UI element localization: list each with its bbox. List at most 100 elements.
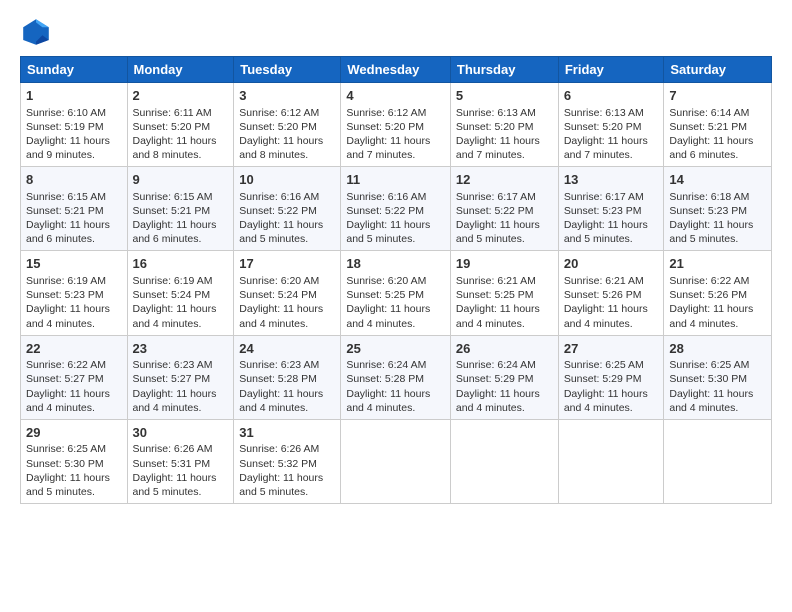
day-number: 27 (564, 340, 659, 358)
sunset-text: Sunset: 5:23 PM (564, 205, 642, 217)
col-header-wednesday: Wednesday (341, 57, 451, 83)
sunrise-text: Sunrise: 6:15 AM (26, 191, 106, 203)
day-cell: 29Sunrise: 6:25 AMSunset: 5:30 PMDayligh… (21, 419, 128, 503)
header (20, 16, 772, 48)
daylight-text: Daylight: 11 hours (26, 135, 110, 147)
sunrise-text: Sunrise: 6:14 AM (669, 107, 749, 119)
daylight-minutes: and 6 minutes. (669, 149, 738, 161)
day-cell: 30Sunrise: 6:26 AMSunset: 5:31 PMDayligh… (127, 419, 234, 503)
sunset-text: Sunset: 5:25 PM (346, 289, 424, 301)
daylight-text: Daylight: 11 hours (456, 219, 540, 231)
day-cell: 1Sunrise: 6:10 AMSunset: 5:19 PMDaylight… (21, 83, 128, 167)
day-cell: 8Sunrise: 6:15 AMSunset: 5:21 PMDaylight… (21, 167, 128, 251)
sunset-text: Sunset: 5:21 PM (26, 205, 104, 217)
col-header-friday: Friday (558, 57, 664, 83)
col-header-saturday: Saturday (664, 57, 772, 83)
header-row: SundayMondayTuesdayWednesdayThursdayFrid… (21, 57, 772, 83)
sunrise-text: Sunrise: 6:23 AM (239, 359, 319, 371)
daylight-text: Daylight: 11 hours (564, 388, 648, 400)
daylight-minutes: and 5 minutes. (456, 233, 525, 245)
daylight-text: Daylight: 11 hours (133, 472, 217, 484)
daylight-text: Daylight: 11 hours (564, 135, 648, 147)
day-cell (450, 419, 558, 503)
sunset-text: Sunset: 5:25 PM (456, 289, 534, 301)
day-cell: 20Sunrise: 6:21 AMSunset: 5:26 PMDayligh… (558, 251, 664, 335)
daylight-minutes: and 6 minutes. (133, 233, 202, 245)
logo (20, 16, 56, 48)
calendar-table: SundayMondayTuesdayWednesdayThursdayFrid… (20, 56, 772, 504)
sunset-text: Sunset: 5:28 PM (346, 373, 424, 385)
day-number: 8 (26, 171, 122, 189)
sunset-text: Sunset: 5:27 PM (26, 373, 104, 385)
sunset-text: Sunset: 5:20 PM (133, 121, 211, 133)
sunset-text: Sunset: 5:28 PM (239, 373, 317, 385)
daylight-minutes: and 5 minutes. (133, 486, 202, 498)
daylight-text: Daylight: 11 hours (239, 303, 323, 315)
col-header-monday: Monday (127, 57, 234, 83)
daylight-text: Daylight: 11 hours (564, 219, 648, 231)
sunrise-text: Sunrise: 6:16 AM (346, 191, 426, 203)
sunset-text: Sunset: 5:19 PM (26, 121, 104, 133)
sunrise-text: Sunrise: 6:26 AM (239, 443, 319, 455)
day-cell: 27Sunrise: 6:25 AMSunset: 5:29 PMDayligh… (558, 335, 664, 419)
day-number: 14 (669, 171, 766, 189)
sunrise-text: Sunrise: 6:17 AM (564, 191, 644, 203)
day-cell: 18Sunrise: 6:20 AMSunset: 5:25 PMDayligh… (341, 251, 451, 335)
daylight-minutes: and 5 minutes. (239, 486, 308, 498)
day-cell (558, 419, 664, 503)
col-header-thursday: Thursday (450, 57, 558, 83)
logo-icon (20, 16, 52, 48)
day-number: 26 (456, 340, 553, 358)
day-cell: 22Sunrise: 6:22 AMSunset: 5:27 PMDayligh… (21, 335, 128, 419)
day-cell: 6Sunrise: 6:13 AMSunset: 5:20 PMDaylight… (558, 83, 664, 167)
daylight-minutes: and 7 minutes. (564, 149, 633, 161)
day-cell (341, 419, 451, 503)
sunrise-text: Sunrise: 6:21 AM (456, 275, 536, 287)
daylight-minutes: and 4 minutes. (26, 318, 95, 330)
daylight-minutes: and 5 minutes. (346, 233, 415, 245)
day-cell: 2Sunrise: 6:11 AMSunset: 5:20 PMDaylight… (127, 83, 234, 167)
daylight-text: Daylight: 11 hours (346, 219, 430, 231)
day-cell: 21Sunrise: 6:22 AMSunset: 5:26 PMDayligh… (664, 251, 772, 335)
sunrise-text: Sunrise: 6:18 AM (669, 191, 749, 203)
day-number: 24 (239, 340, 335, 358)
daylight-text: Daylight: 11 hours (346, 303, 430, 315)
daylight-minutes: and 4 minutes. (564, 402, 633, 414)
day-number: 30 (133, 424, 229, 442)
daylight-text: Daylight: 11 hours (346, 388, 430, 400)
day-number: 25 (346, 340, 445, 358)
day-cell: 24Sunrise: 6:23 AMSunset: 5:28 PMDayligh… (234, 335, 341, 419)
day-number: 9 (133, 171, 229, 189)
daylight-text: Daylight: 11 hours (133, 303, 217, 315)
sunrise-text: Sunrise: 6:25 AM (564, 359, 644, 371)
day-cell: 7Sunrise: 6:14 AMSunset: 5:21 PMDaylight… (664, 83, 772, 167)
day-number: 12 (456, 171, 553, 189)
week-row-4: 22Sunrise: 6:22 AMSunset: 5:27 PMDayligh… (21, 335, 772, 419)
sunset-text: Sunset: 5:27 PM (133, 373, 211, 385)
sunrise-text: Sunrise: 6:24 AM (346, 359, 426, 371)
sunrise-text: Sunrise: 6:19 AM (133, 275, 213, 287)
daylight-minutes: and 7 minutes. (456, 149, 525, 161)
daylight-minutes: and 9 minutes. (26, 149, 95, 161)
col-header-sunday: Sunday (21, 57, 128, 83)
sunrise-text: Sunrise: 6:13 AM (456, 107, 536, 119)
daylight-text: Daylight: 11 hours (456, 303, 540, 315)
sunrise-text: Sunrise: 6:10 AM (26, 107, 106, 119)
daylight-minutes: and 8 minutes. (133, 149, 202, 161)
sunset-text: Sunset: 5:20 PM (239, 121, 317, 133)
daylight-minutes: and 5 minutes. (239, 233, 308, 245)
day-cell: 13Sunrise: 6:17 AMSunset: 5:23 PMDayligh… (558, 167, 664, 251)
sunrise-text: Sunrise: 6:11 AM (133, 107, 212, 119)
day-cell: 11Sunrise: 6:16 AMSunset: 5:22 PMDayligh… (341, 167, 451, 251)
day-number: 10 (239, 171, 335, 189)
sunrise-text: Sunrise: 6:22 AM (669, 275, 749, 287)
day-cell: 26Sunrise: 6:24 AMSunset: 5:29 PMDayligh… (450, 335, 558, 419)
daylight-minutes: and 4 minutes. (133, 318, 202, 330)
daylight-text: Daylight: 11 hours (26, 388, 110, 400)
page: SundayMondayTuesdayWednesdayThursdayFrid… (0, 0, 792, 520)
daylight-text: Daylight: 11 hours (239, 472, 323, 484)
sunrise-text: Sunrise: 6:26 AM (133, 443, 213, 455)
day-number: 22 (26, 340, 122, 358)
day-cell: 31Sunrise: 6:26 AMSunset: 5:32 PMDayligh… (234, 419, 341, 503)
sunset-text: Sunset: 5:26 PM (669, 289, 747, 301)
